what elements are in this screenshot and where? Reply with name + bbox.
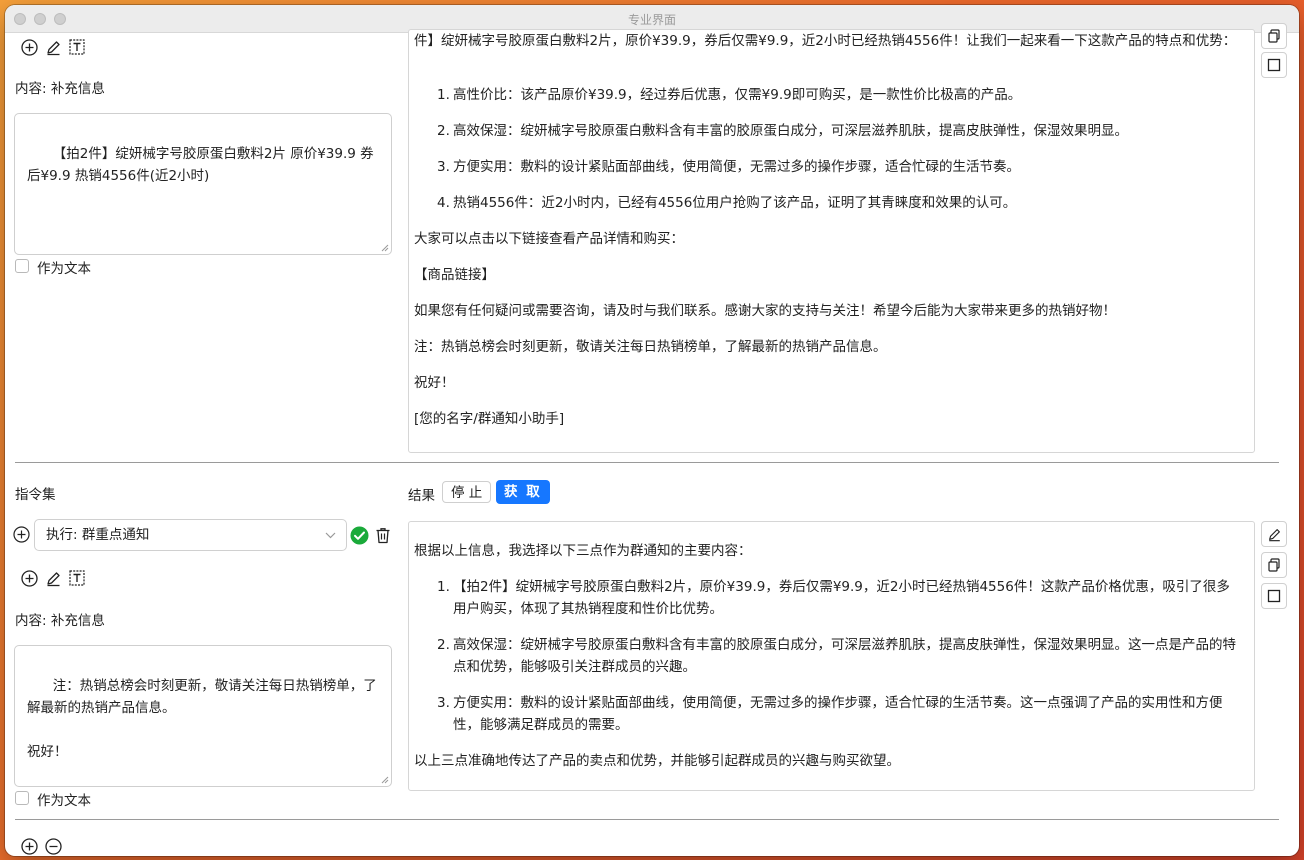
result-outro: 以上三点准确地传达了产品的卖点和优势，并能够引起群成员的兴趣与购买欲望。 (414, 753, 900, 769)
result-paragraph: 祝好！ (414, 375, 455, 391)
copy-icon (1268, 558, 1280, 572)
get-button[interactable]: 获 取 (496, 480, 550, 504)
square-icon (1267, 589, 1281, 603)
content-label: 内容: 补充信息 (15, 81, 105, 97)
list-item: 1. 高性价比：该产品原价¥39.9，经过券后优惠，仅需¥9.9即可购买，是一款性… (437, 87, 1022, 103)
list-item: 2. 高效保湿：绽妍械字号胶原蛋白敷料含有丰富的胶原蛋白成分，可深层滋养肌肤，提高… (437, 637, 1236, 675)
edit-icon[interactable] (43, 568, 63, 588)
list-item: 3. 方便实用：敷料的设计紧贴面部曲线，使用简便，无需过多的操作步骤，适合忙碌的生… (437, 695, 1223, 733)
app-window: 专业界面 内容: 补充信息 【拍2件】绽妍械字号胶原蛋白敷料2片 原价¥39.9… (5, 5, 1299, 856)
supplement-textarea[interactable]: 【拍2件】绽妍械字号胶原蛋白敷料2片 原价¥39.9 券后¥9.9 热销4556… (14, 113, 392, 255)
edit-icon[interactable] (43, 37, 63, 57)
list-item: 4. 热销4556件：近2小时内，已经有4556位用户抢购了该产品，证明了其青睐度… (437, 195, 1017, 211)
window-title: 专业界面 (627, 13, 676, 27)
instruction-select[interactable]: 执行: 群重点通知 (34, 519, 347, 551)
add-circle-icon[interactable] (19, 37, 39, 57)
list-item: 3. 方便实用：敷料的设计紧贴面部曲线，使用简便，无需过多的操作步骤，适合忙碌的生… (437, 159, 1020, 175)
resize-handle-icon[interactable] (381, 776, 389, 784)
square-icon (1267, 58, 1281, 72)
result-label: 结果 (408, 488, 435, 504)
instruction-set-label: 指令集 (15, 487, 56, 503)
section-divider (15, 462, 1279, 463)
text-frame-icon[interactable] (67, 37, 87, 57)
textarea-text: 注：热销总榜会时刻更新，敬请关注每日热销榜单，了解最新的热销产品信息。 祝好！ … (27, 678, 377, 760)
copy-button[interactable] (1261, 23, 1287, 49)
chevron-down-icon (325, 532, 336, 539)
list-item: 1. 【拍2件】绽妍械字号胶原蛋白敷料2片，原价¥39.9，券后仅需¥9.9，近2… (437, 579, 1230, 617)
product-link-text: 【商品链接】 (414, 267, 495, 283)
result-paragraph: 注：热销总榜会时刻更新，敬请关注每日热销榜单，了解最新的热销产品信息。 (414, 339, 887, 355)
trash-icon[interactable] (373, 525, 393, 545)
instruction-select-value: 执行: 群重点通知 (46, 527, 150, 543)
content-label: 内容: 补充信息 (15, 613, 105, 629)
as-text-checkbox[interactable] (15, 791, 29, 805)
list-item: 2. 高效保湿：绽妍械字号胶原蛋白敷料含有丰富的胶原蛋白成分，可深层滋养肌肤，提高… (437, 123, 1128, 139)
result-paragraph: 大家可以点击以下链接查看产品详情和购买： (414, 231, 684, 247)
maximize-button[interactable] (1261, 583, 1287, 609)
stop-button[interactable]: 停 止 (442, 481, 492, 503)
resize-handle-icon[interactable] (381, 244, 389, 252)
remove-section-icon[interactable] (43, 836, 63, 856)
result-panel: 件】绽妍械字号胶原蛋白敷料2片，原价¥39.9，券后仅需¥9.9，近2小时已经热… (408, 29, 1255, 453)
add-circle-icon[interactable] (19, 568, 39, 588)
textarea-text: 【拍2件】绽妍械字号胶原蛋白敷料2片 原价¥39.9 券后¥9.9 热销4556… (27, 146, 374, 184)
result-signature: [您的名字/群通知小助手] (414, 411, 565, 427)
as-text-label: 作为文本 (37, 793, 91, 809)
copy-button[interactable] (1261, 552, 1287, 578)
add-section-icon[interactable] (19, 836, 39, 856)
copy-icon (1268, 29, 1280, 43)
as-text-label: 作为文本 (37, 261, 91, 277)
section-divider (15, 819, 1279, 820)
maximize-button[interactable] (1261, 52, 1287, 78)
edit-result-button[interactable] (1261, 521, 1287, 547)
check-circle-icon[interactable] (349, 525, 369, 545)
edit-icon (1268, 528, 1280, 541)
main-content: 内容: 补充信息 【拍2件】绽妍械字号胶原蛋白敷料2片 原价¥39.9 券后¥9… (5, 23, 1299, 856)
supplement-textarea[interactable]: 注：热销总榜会时刻更新，敬请关注每日热销榜单，了解最新的热销产品信息。 祝好！ … (14, 645, 392, 787)
result-intro: 件】绽妍械字号胶原蛋白敷料2片，原价¥39.9，券后仅需¥9.9，近2小时已经热… (414, 33, 1237, 49)
text-frame-icon[interactable] (67, 568, 87, 588)
result-paragraph: 如果您有任何疑问或需要咨询，请及时与我们联系。感谢大家的支持与关注！希望今后能为… (414, 303, 1116, 319)
add-instruction-icon[interactable] (11, 524, 31, 544)
result-intro: 根据以上信息，我选择以下三点作为群通知的主要内容： (414, 543, 752, 559)
as-text-checkbox[interactable] (15, 259, 29, 273)
result-panel: 根据以上信息，我选择以下三点作为群通知的主要内容： 1. 【拍2件】绽妍械字号胶原… (408, 521, 1255, 791)
